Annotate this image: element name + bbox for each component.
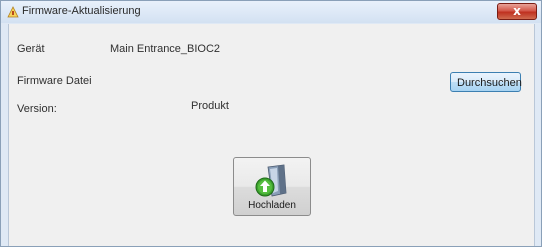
firmware-update-window: Firmware-Aktualisierung x Gerät Main Ent… bbox=[0, 0, 542, 247]
firmware-app-icon bbox=[7, 6, 19, 18]
device-value: Main Entrance_BIOC2 bbox=[110, 43, 221, 55]
firmware-file-label: Firmware Datei bbox=[17, 75, 92, 87]
title-bar[interactable]: Firmware-Aktualisierung x bbox=[1, 1, 541, 23]
browse-button[interactable]: Durchsuchen bbox=[450, 72, 522, 92]
close-icon: x bbox=[513, 4, 521, 18]
upload-label: Hochladen bbox=[248, 200, 296, 211]
upload-icon bbox=[255, 164, 287, 197]
close-button[interactable]: x bbox=[497, 3, 537, 20]
dialog-content: Gerät Main Entrance_BIOC2 Firmware Datei… bbox=[8, 24, 535, 246]
device-label: Gerät bbox=[17, 43, 45, 55]
upload-button[interactable]: Hochladen bbox=[233, 157, 311, 216]
window-title: Firmware-Aktualisierung bbox=[22, 5, 141, 17]
product-label: Produkt bbox=[191, 100, 229, 112]
version-label: Version: bbox=[17, 103, 57, 115]
